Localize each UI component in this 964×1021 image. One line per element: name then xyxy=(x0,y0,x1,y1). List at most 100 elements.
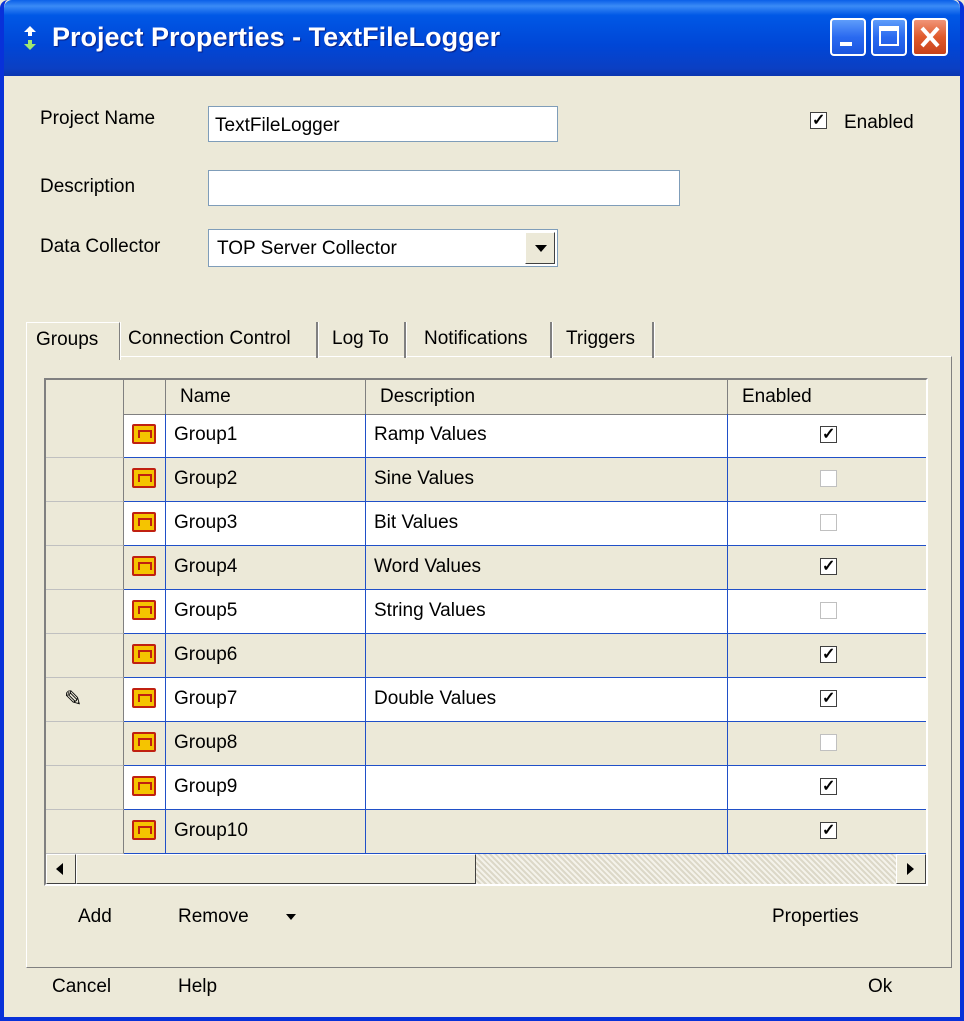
cancel-button[interactable]: Cancel xyxy=(52,976,111,998)
folder-icon xyxy=(132,600,156,620)
table-row[interactable]: Group9 xyxy=(46,766,926,810)
row-name[interactable]: Group10 xyxy=(166,810,366,854)
tab-triggers[interactable]: Triggers xyxy=(566,322,654,358)
row-description[interactable] xyxy=(366,722,728,766)
table-row[interactable]: Group1 Ramp Values xyxy=(46,414,926,458)
row-description[interactable]: Sine Values xyxy=(366,458,728,502)
row-description[interactable] xyxy=(366,766,728,810)
row-enabled-checkbox[interactable] xyxy=(820,776,837,796)
enabled-checkbox[interactable] xyxy=(810,110,827,130)
ok-button[interactable]: Ok xyxy=(868,976,892,998)
row-selector[interactable] xyxy=(46,810,124,854)
table-row[interactable]: Group2 Sine Values xyxy=(46,458,926,502)
data-collector-select[interactable]: TOP Server Collector xyxy=(208,229,558,267)
scroll-left-icon[interactable] xyxy=(46,854,76,884)
row-description[interactable]: Bit Values xyxy=(366,502,728,546)
row-selector[interactable] xyxy=(46,458,124,502)
row-description[interactable] xyxy=(366,810,728,854)
help-button[interactable]: Help xyxy=(178,976,217,998)
tab-connection-control[interactable]: Connection Control xyxy=(128,322,318,358)
row-enabled-cell xyxy=(728,722,926,766)
scroll-track[interactable] xyxy=(476,854,896,884)
table-row[interactable]: Group3 Bit Values xyxy=(46,502,926,546)
folder-icon xyxy=(132,776,156,796)
maximize-button[interactable] xyxy=(871,18,907,56)
row-enabled-checkbox[interactable] xyxy=(820,644,837,664)
row-enabled-cell xyxy=(728,414,926,458)
row-name[interactable]: Group6 xyxy=(166,634,366,678)
table-row[interactable]: Group4 Word Values xyxy=(46,546,926,590)
row-name[interactable]: Group8 xyxy=(166,722,366,766)
scroll-right-icon[interactable] xyxy=(896,854,926,884)
table-row[interactable]: ✎ Group7 Double Values xyxy=(46,678,926,722)
row-name[interactable]: Group2 xyxy=(166,458,366,502)
header-description[interactable]: Description xyxy=(366,380,728,414)
close-button[interactable] xyxy=(912,18,948,56)
minimize-button[interactable] xyxy=(830,18,866,56)
add-button[interactable]: Add xyxy=(78,906,112,928)
grid-header: Name Description Enabled xyxy=(46,380,926,415)
row-name[interactable]: Group5 xyxy=(166,590,366,634)
row-selector[interactable] xyxy=(46,766,124,810)
row-selector[interactable] xyxy=(46,546,124,590)
row-name[interactable]: Group7 xyxy=(166,678,366,722)
row-enabled-checkbox[interactable] xyxy=(820,602,837,619)
title-bar[interactable]: Project Properties - TextFileLogger xyxy=(4,0,960,76)
row-icon-cell xyxy=(124,634,166,678)
header-selector xyxy=(46,380,124,414)
row-enabled-checkbox[interactable] xyxy=(820,424,837,444)
tab-groups[interactable]: Groups xyxy=(26,322,120,360)
row-selector[interactable] xyxy=(46,634,124,678)
horizontal-scrollbar[interactable] xyxy=(46,854,926,884)
row-description[interactable]: Double Values xyxy=(366,678,728,722)
row-enabled-checkbox[interactable] xyxy=(820,514,837,531)
row-enabled-checkbox[interactable] xyxy=(820,470,837,487)
row-name[interactable]: Group4 xyxy=(166,546,366,590)
header-icon xyxy=(124,380,166,414)
chevron-down-icon[interactable] xyxy=(525,232,555,264)
row-name[interactable]: Group1 xyxy=(166,414,366,458)
app-icon xyxy=(24,26,36,50)
groups-grid[interactable]: Name Description Enabled Group1 Ramp Valu… xyxy=(44,378,928,886)
row-icon-cell xyxy=(124,722,166,766)
remove-dropdown-icon[interactable] xyxy=(286,914,296,920)
row-selector[interactable]: ✎ xyxy=(46,678,124,722)
close-icon xyxy=(920,26,940,48)
row-enabled-checkbox[interactable] xyxy=(820,688,837,708)
remove-button[interactable]: Remove xyxy=(178,906,249,928)
pencil-icon: ✎ xyxy=(64,686,83,711)
header-enabled[interactable]: Enabled xyxy=(728,380,926,414)
row-description[interactable]: Word Values xyxy=(366,546,728,590)
row-selector[interactable] xyxy=(46,414,124,458)
row-name[interactable]: Group3 xyxy=(166,502,366,546)
folder-icon xyxy=(132,732,156,752)
row-enabled-cell xyxy=(728,634,926,678)
tab-notifications[interactable]: Notifications xyxy=(424,322,552,358)
table-row[interactable]: Group8 xyxy=(46,722,926,766)
row-selector[interactable] xyxy=(46,502,124,546)
row-selector[interactable] xyxy=(46,722,124,766)
project-name-field[interactable]: TextFileLogger xyxy=(208,106,558,142)
row-enabled-checkbox[interactable] xyxy=(820,820,837,840)
enabled-label: Enabled xyxy=(844,112,914,133)
row-icon-cell xyxy=(124,502,166,546)
description-field[interactable] xyxy=(208,170,680,206)
row-description[interactable]: String Values xyxy=(366,590,728,634)
row-enabled-checkbox[interactable] xyxy=(820,556,837,576)
row-enabled-checkbox[interactable] xyxy=(820,734,837,751)
row-icon-cell xyxy=(124,458,166,502)
folder-icon xyxy=(132,468,156,488)
row-name[interactable]: Group9 xyxy=(166,766,366,810)
table-row[interactable]: Group6 xyxy=(46,634,926,678)
row-selector[interactable] xyxy=(46,590,124,634)
table-row[interactable]: Group10 xyxy=(46,810,926,854)
header-name[interactable]: Name xyxy=(166,380,366,414)
scroll-thumb[interactable] xyxy=(76,854,476,884)
properties-button[interactable]: Properties xyxy=(772,906,859,928)
row-description[interactable]: Ramp Values xyxy=(366,414,728,458)
tab-log-to[interactable]: Log To xyxy=(332,322,406,358)
row-enabled-cell xyxy=(728,810,926,854)
description-label: Description xyxy=(40,176,136,197)
table-row[interactable]: Group5 String Values xyxy=(46,590,926,634)
row-description[interactable] xyxy=(366,634,728,678)
